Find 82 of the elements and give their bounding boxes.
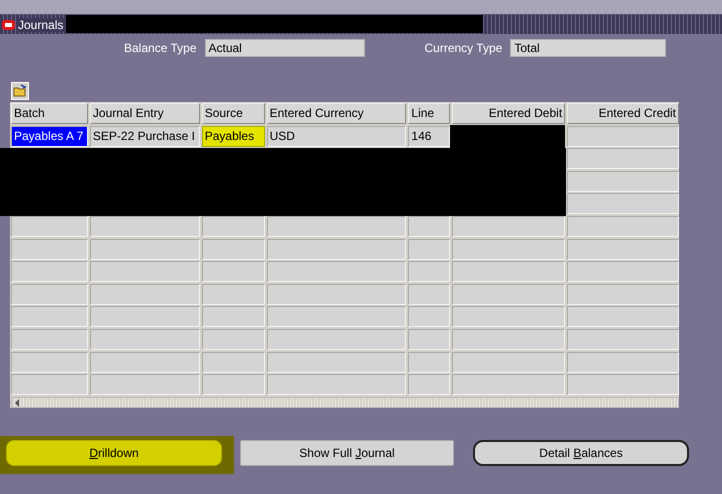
table-cell[interactable]: Payables A 7: [11, 126, 88, 147]
table-cell[interactable]: USD: [266, 126, 406, 147]
scroll-left-icon[interactable]: [13, 398, 21, 408]
table-cell[interactable]: [11, 238, 88, 260]
table-cell[interactable]: [408, 306, 450, 328]
table-cell[interactable]: [266, 352, 406, 373]
table-cell[interactable]: [567, 193, 679, 214]
table-cell[interactable]: [90, 374, 200, 396]
table-cell[interactable]: [452, 216, 566, 237]
table-cell[interactable]: [567, 126, 679, 147]
table-cell[interactable]: [567, 306, 679, 328]
table-cell[interactable]: [567, 148, 679, 170]
table-cell[interactable]: [202, 284, 265, 305]
table-cell[interactable]: [452, 374, 566, 396]
column-header[interactable]: Line: [408, 103, 450, 124]
column-header[interactable]: Source: [202, 103, 265, 124]
field-label: Balance Type: [124, 41, 196, 55]
column-header[interactable]: Entered Credit: [567, 103, 679, 124]
table-cell[interactable]: [11, 352, 88, 373]
table-cell[interactable]: [11, 374, 88, 396]
table-cell[interactable]: [408, 261, 450, 282]
table-cell[interactable]: [567, 261, 679, 282]
table-cell[interactable]: [266, 238, 406, 260]
table-cell[interactable]: [408, 216, 450, 237]
table-cell[interactable]: [452, 261, 566, 282]
table-cell[interactable]: [567, 374, 679, 396]
column-header[interactable]: Entered Currency: [266, 103, 406, 124]
table-cell[interactable]: [567, 238, 679, 260]
table-cell[interactable]: [11, 284, 88, 305]
table-cell[interactable]: [408, 374, 450, 396]
horizontal-scrollbar[interactable]: [11, 397, 679, 408]
column-header[interactable]: Entered Debit: [452, 103, 566, 124]
table-cell[interactable]: [567, 170, 679, 192]
table-cell[interactable]: [408, 352, 450, 373]
table-cell[interactable]: [266, 374, 406, 396]
table-cell[interactable]: [202, 216, 265, 237]
table-cell[interactable]: Payables: [202, 126, 265, 147]
table-cell[interactable]: [408, 238, 450, 260]
table-cell[interactable]: [266, 216, 406, 237]
action-button[interactable]: Show Full Journal: [240, 440, 454, 466]
table-cell[interactable]: [567, 328, 679, 350]
table-cell[interactable]: [452, 306, 566, 328]
table-cell[interactable]: [11, 306, 88, 328]
table-cell[interactable]: [567, 216, 679, 237]
table-cell[interactable]: [567, 284, 679, 305]
table-cell[interactable]: [90, 238, 200, 260]
table-cell[interactable]: [202, 328, 265, 350]
table-cell[interactable]: SEP-22 Purchase I: [90, 126, 200, 147]
table-cell[interactable]: [90, 306, 200, 328]
table-cell[interactable]: [266, 284, 406, 305]
table-cell[interactable]: [202, 374, 265, 396]
table-cell[interactable]: [452, 328, 566, 350]
table-cell[interactable]: [90, 261, 200, 282]
table-cell[interactable]: [11, 328, 88, 350]
table-cell[interactable]: [567, 352, 679, 373]
table-cell[interactable]: [11, 216, 88, 237]
table-cell[interactable]: [266, 306, 406, 328]
table-cell[interactable]: [266, 328, 406, 350]
table-cell[interactable]: [408, 284, 450, 305]
table-cell[interactable]: [90, 352, 200, 373]
column-header[interactable]: Batch: [11, 103, 88, 124]
table-cell[interactable]: [90, 328, 200, 350]
text-field[interactable]: Total: [510, 39, 666, 57]
folder-icon[interactable]: [11, 82, 29, 100]
field-label: Currency Type: [424, 41, 502, 55]
table-cell[interactable]: [202, 306, 265, 328]
table-cell[interactable]: [452, 238, 566, 260]
table-cell[interactable]: [90, 284, 200, 305]
table-cell[interactable]: [266, 261, 406, 282]
table-cell[interactable]: [90, 216, 200, 237]
action-button[interactable]: Detail Balances: [473, 440, 689, 466]
text-field[interactable]: Actual: [204, 39, 364, 57]
table-cell[interactable]: 146: [408, 126, 450, 147]
table-cell[interactable]: [202, 352, 265, 373]
column-header[interactable]: Journal Entry: [90, 103, 200, 124]
table-cell[interactable]: [408, 328, 450, 350]
table-cell[interactable]: [202, 261, 265, 282]
table-cell[interactable]: [452, 352, 566, 373]
table-cell[interactable]: [11, 261, 88, 282]
table-cell[interactable]: [452, 284, 566, 305]
action-button[interactable]: Drilldown: [6, 440, 222, 466]
table-cell[interactable]: [202, 238, 265, 260]
